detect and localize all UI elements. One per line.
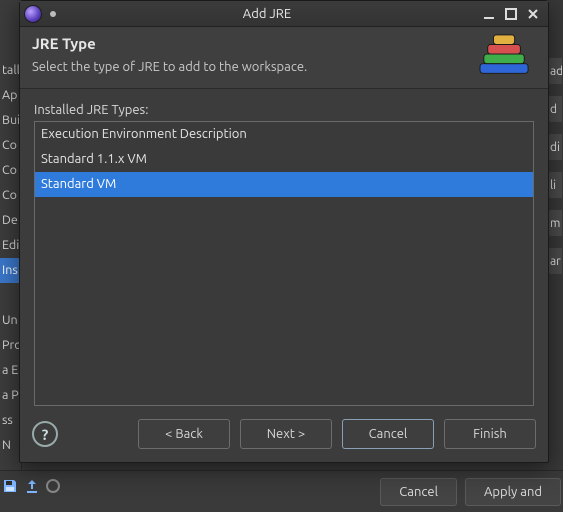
bg-apply-button[interactable]: Apply and (465, 478, 561, 506)
bg-sidebar-item[interactable]: Co (0, 158, 21, 183)
books-icon (474, 31, 536, 81)
dialog-header: JRE Type Select the type of JRE to add t… (20, 27, 548, 89)
eclipse-app-icon (24, 5, 42, 23)
bg-cancel-button[interactable]: Cancel (380, 478, 457, 506)
maximize-button[interactable] (500, 5, 522, 23)
bg-sidebar-item[interactable]: Bui (0, 108, 21, 133)
bg-sidebar-item[interactable]: Co (0, 133, 21, 158)
finish-button[interactable]: Finish (444, 419, 536, 449)
list-item[interactable]: Standard 1.1.x VM (35, 147, 533, 172)
dialog-title: Add JRE (56, 7, 478, 21)
bg-sidebar-item[interactable]: Un (0, 308, 21, 333)
back-button[interactable]: < Back (138, 419, 230, 449)
bg-sidebar-item[interactable]: tall (0, 58, 21, 83)
close-button[interactable] (522, 5, 544, 23)
bg-sidebar-item[interactable]: Edi (0, 233, 21, 258)
header-title: JRE Type (32, 35, 474, 52)
dialog-body: Installed JRE Types: Execution Environme… (20, 89, 548, 406)
bg-sidebar-item[interactable]: Pro (0, 333, 21, 358)
minimize-button[interactable] (478, 5, 500, 23)
bg-right-chip[interactable]: ar (548, 248, 562, 274)
background-footer: Cancel Apply and (0, 470, 563, 512)
bg-right-chip[interactable]: m (548, 210, 562, 236)
bg-right-chip[interactable]: ad (548, 58, 562, 84)
bg-right-chip[interactable]: di (548, 134, 562, 160)
header-subtitle: Select the type of JRE to add to the wor… (32, 60, 474, 74)
bg-sidebar-item[interactable] (0, 283, 21, 308)
bg-sidebar-item[interactable]: a P (0, 383, 21, 408)
jre-types-list[interactable]: Execution Environment DescriptionStandar… (34, 121, 534, 406)
bg-sidebar-item[interactable]: N (0, 433, 21, 458)
bg-sidebar-item[interactable]: a E (0, 358, 21, 383)
bg-sidebar-item[interactable]: Ap (0, 83, 21, 108)
bg-right-chip[interactable]: d (548, 96, 562, 122)
bg-sidebar-item[interactable]: Co (0, 183, 21, 208)
export-icon (24, 478, 40, 494)
progress-indicator-icon (46, 479, 60, 493)
bg-right-chip[interactable]: li (548, 172, 562, 198)
list-item[interactable]: Standard VM (35, 172, 533, 197)
bg-sidebar-item[interactable]: Ins (0, 258, 21, 283)
status-bar-icons (2, 478, 60, 494)
list-label: Installed JRE Types: (34, 103, 534, 117)
dialog-footer: ? < Back Next > Cancel Finish (20, 406, 548, 462)
add-jre-dialog: Add JRE JRE Type Select the type of JRE … (19, 0, 549, 463)
list-item[interactable]: Execution Environment Description (35, 122, 533, 147)
cancel-button[interactable]: Cancel (342, 419, 434, 449)
next-button[interactable]: Next > (240, 419, 332, 449)
help-button[interactable]: ? (32, 421, 58, 447)
bg-sidebar-item[interactable]: ss (0, 408, 21, 433)
bg-sidebar-item[interactable]: De (0, 208, 21, 233)
background-right-strip: ad d di li m ar (548, 20, 563, 274)
dialog-titlebar[interactable]: Add JRE (20, 1, 548, 27)
save-icon (2, 478, 18, 494)
